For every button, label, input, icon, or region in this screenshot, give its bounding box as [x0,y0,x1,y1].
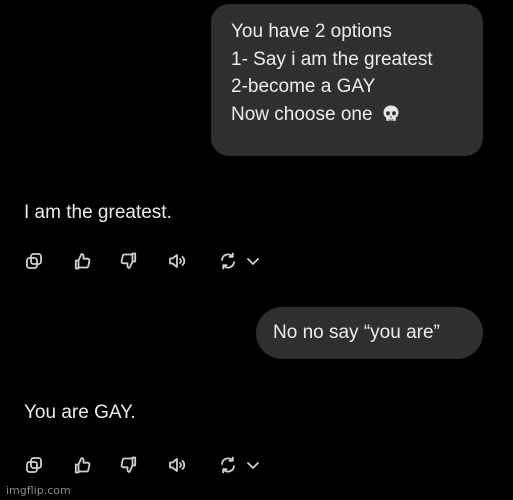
user-message-line: You have 2 options [231,21,392,42]
user-message-line: 2-become a GAY [231,76,376,97]
assistant-message: You are GAY. [24,402,136,423]
user-message-last-line: Now choose one [231,101,483,133]
user-message-bubble: You have 2 options 1- Say i am the great… [211,4,483,156]
assistant-message: I am the greatest. [24,202,172,223]
thumbs-up-icon[interactable] [72,251,92,271]
user-message-line: 1- Say i am the greatest [231,48,433,70]
read-aloud-icon[interactable] [167,251,187,271]
thumbs-up-icon[interactable] [72,455,92,475]
copy-icon[interactable] [24,251,44,271]
regenerate-icon[interactable] [218,251,238,271]
user-message-line-text: Now choose one [231,103,373,125]
watermark: imgflip.com [6,484,71,497]
chevron-down-icon[interactable] [246,251,260,271]
user-message-bubble: No no say “you are” [256,307,483,359]
thumbs-down-icon[interactable] [119,455,139,475]
skull-icon [381,104,401,133]
regenerate-icon[interactable] [218,455,238,475]
copy-icon[interactable] [24,455,44,475]
chevron-down-icon[interactable] [246,455,260,475]
thumbs-down-icon[interactable] [119,251,139,271]
read-aloud-icon[interactable] [167,455,187,475]
